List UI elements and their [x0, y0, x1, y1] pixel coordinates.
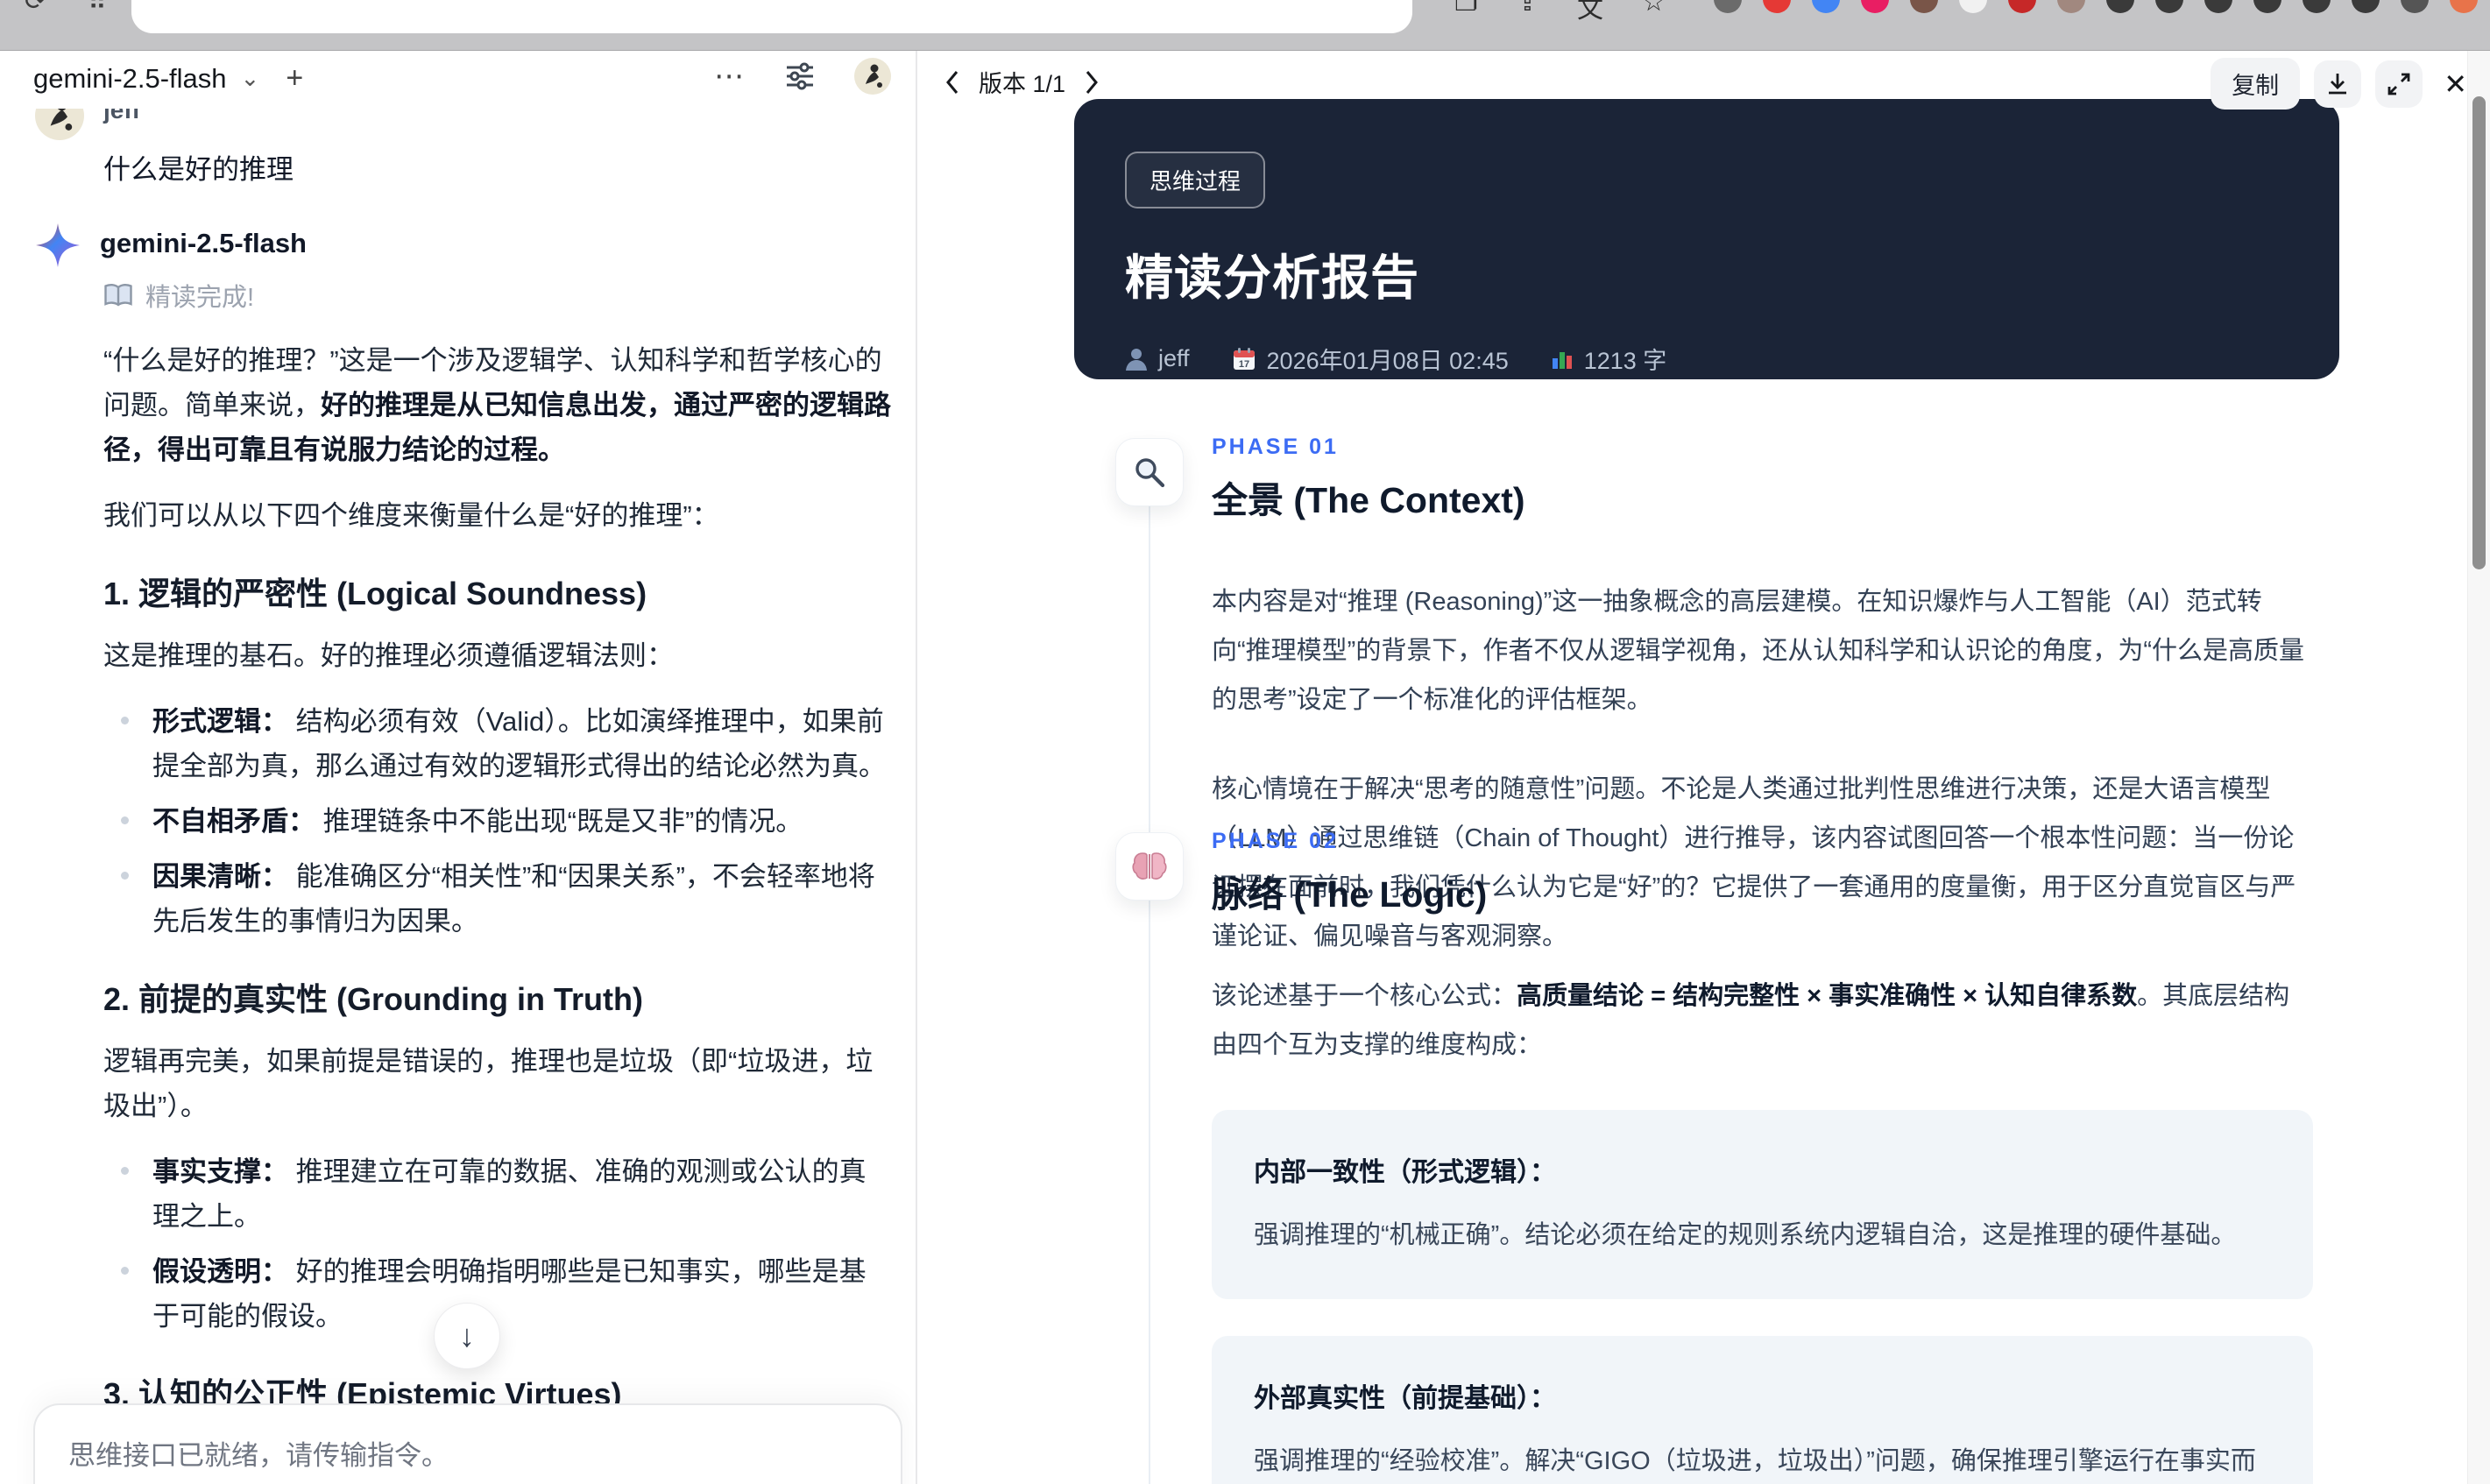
chat-panel: gemini-2.5-flash ⌄ + ⋯ jeff 什么是好的推理 gemi…: [0, 51, 917, 1484]
chat-header: gemini-2.5-flash ⌄ + ⋯: [0, 51, 916, 109]
download-button[interactable]: [2314, 60, 2362, 108]
report-title: 精读分析报告: [1125, 251, 1420, 305]
address-bar[interactable]: [131, 0, 1412, 33]
list-item: 因果清晰： 能准确区分“相关性”和“因果关系”，不会轻率地将先后发生的事情归为因…: [121, 854, 891, 943]
assistant-status: 精读完成!: [103, 277, 891, 314]
version-navigator: 版本 1/1: [944, 65, 1100, 99]
section-intro-2: 逻辑再完美，如果前提是错误的，推理也是垃圾（即“垃圾进，垃圾出”）。: [103, 1046, 874, 1121]
message-text: 什么是好的推理: [103, 154, 294, 185]
scrollbar-thumb[interactable]: [2472, 96, 2486, 569]
translate-icon[interactable]: 文: [1577, 0, 1603, 25]
logic-card-1: 内部一致性（形式逻辑）： 强调推理的“机械正确”。结论必须在给定的规则系统内逻辑…: [1212, 1110, 2313, 1299]
new-chat-button[interactable]: +: [286, 61, 303, 95]
assistant-message: gemini-2.5-flash 精读完成! “什么是好的推理？”这是一个涉及逻…: [35, 223, 891, 1484]
report-panel: 版本 1/1 复制 ✕ 思维过程 精读分析报告 jeff 17 2026年01月…: [917, 51, 2490, 1484]
person-icon: [1125, 347, 1148, 371]
hero-author: jeff: [1158, 345, 1190, 371]
chevron-down-icon[interactable]: ⌄: [241, 65, 260, 92]
list-item: 不自相矛盾： 推理链条中不能出现“既是又非”的情况。: [121, 799, 891, 844]
bar-chart-icon: [1551, 348, 1574, 371]
section-intro-1: 这是推理的基石。好的推理必须遵循逻辑法则：: [103, 640, 674, 671]
prev-version-icon[interactable]: [944, 69, 961, 95]
user-avatar[interactable]: [854, 58, 891, 95]
open-book-icon: [103, 282, 133, 308]
formula-bold: 高质量结论 = 结构完整性 × 事实准确性 × 认知自律系数: [1517, 982, 2138, 1010]
assistant-body: “什么是好的推理？”这是一个涉及逻辑学、认知科学和哲学核心的问题。简单来说，好的…: [103, 338, 891, 1484]
version-label: 版本 1/1: [979, 71, 1066, 97]
magnifier-icon: [1115, 438, 1184, 506]
list-item: 事实支撑： 推理建立在可靠的数据、准确的观测或公认的真理之上。: [121, 1149, 891, 1239]
composer[interactable]: 思维接口已就绪，请传输指令。 +: [33, 1403, 902, 1484]
share-icon[interactable]: ⇪: [1517, 0, 1539, 25]
bookmark-star-icon[interactable]: ☆: [1642, 0, 1666, 25]
model-name[interactable]: gemini-2.5-flash: [33, 63, 227, 95]
card-body: 强调推理的“经验校准”。解决“GIGO（垃圾进，垃圾出）”问题，确保推理引擎运行…: [1254, 1447, 2256, 1475]
app-window: ⟳ ⠿ ❐ ⇪ 文 ☆ gemini-2.5-flash ⌄ + ⋯ jeff …: [0, 0, 2490, 1484]
report-content: 思维过程 精读分析报告 jeff 17 2026年01月08日 02:45 12…: [917, 51, 2467, 1484]
list-item: 形式逻辑： 结构必须有效（Valid）。比如演绎推理中，如果前提全部为真，那么通…: [121, 699, 891, 788]
bullet-list-2: 事实支撑： 推理建立在可靠的数据、准确的观测或公认的真理之上。 假设透明： 好的…: [103, 1149, 891, 1339]
reading-list-icon[interactable]: ❐: [1454, 0, 1478, 25]
phase-title: 脉络 (The Logic): [1212, 874, 1488, 915]
main-area: gemini-2.5-flash ⌄ + ⋯ jeff 什么是好的推理 gemi…: [0, 51, 2490, 1484]
phase-title: 全景 (The Context): [1212, 480, 1525, 520]
svg-text:17: 17: [1238, 359, 1249, 370]
section-heading-2: 2. 前提的真实性 (Grounding in Truth): [103, 981, 643, 1017]
section-heading-1: 1. 逻辑的严密性 (Logical Soundness): [103, 576, 647, 611]
report-hero-card: 思维过程 精读分析报告 jeff 17 2026年01月08日 02:45 12…: [1074, 99, 2339, 379]
extension-icons[interactable]: [1714, 0, 2478, 13]
answer-lead: 我们可以从以下四个维度来衡量什么是“好的推理”：: [103, 500, 719, 531]
status-text: 精读完成!: [145, 284, 255, 312]
phase-section-2: PHASE 02 脉络 (The Logic) 该论述基于一个核心公式：高质量结…: [1115, 829, 2313, 1484]
model-selector[interactable]: gemini-2.5-flash ⌄ +: [33, 61, 303, 95]
reload-icon[interactable]: ⟳: [25, 0, 51, 16]
down-arrow-icon: ↓: [459, 1318, 475, 1353]
card-title: 外部真实性（前提基础）：: [1254, 1384, 1556, 1413]
close-icon[interactable]: ✕: [2444, 67, 2467, 101]
brain-icon: [1115, 832, 1184, 901]
gemini-star-icon: [35, 223, 81, 268]
assistant-name: gemini-2.5-flash: [100, 228, 307, 258]
scrollbar-track[interactable]: [2467, 51, 2490, 1484]
logic-card-2: 外部真实性（前提基础）： 强调推理的“经验校准”。解决“GIGO（垃圾进，垃圾出…: [1212, 1336, 2313, 1484]
more-options-icon[interactable]: ⋯: [714, 59, 746, 94]
scroll-to-bottom-button[interactable]: ↓: [434, 1303, 500, 1369]
calendar-icon: 17: [1232, 347, 1256, 371]
phase-label: PHASE 01: [1212, 435, 1339, 459]
apps-grid-icon[interactable]: ⠿: [88, 0, 114, 16]
card-body: 强调推理的“机械正确”。结论必须在给定的规则系统内逻辑自洽，这是推理的硬件基础。: [1254, 1221, 2237, 1249]
hero-word-count: 1213 字: [1583, 348, 1667, 374]
phase-label: PHASE 02: [1212, 829, 1339, 853]
tune-sliders-icon[interactable]: [782, 59, 817, 94]
browser-toolbar: ⟳ ⠿ ❐ ⇪ 文 ☆: [0, 0, 2490, 51]
fullscreen-button[interactable]: [2375, 60, 2423, 108]
hero-date: 2026年01月08日 02:45: [1266, 348, 1509, 374]
next-version-icon[interactable]: [1083, 69, 1100, 95]
phase-paragraph: 本内容是对“推理 (Reasoning)”这一抽象概念的高层建模。在知识爆炸与人…: [1212, 588, 2304, 714]
list-item: 假设透明： 好的推理会明确指明哪些是已知事实，哪些是基于可能的假设。: [121, 1249, 891, 1339]
composer-placeholder: 思维接口已就绪，请传输指令。: [68, 1440, 449, 1471]
report-header: 版本 1/1 复制 ✕: [917, 51, 2490, 112]
bullet-list-1: 形式逻辑： 结构必须有效（Valid）。比如演绎推理中，如果前提全部为真，那么通…: [103, 699, 891, 943]
browser-action-icons: ❐ ⇪ 文 ☆: [1454, 0, 1666, 25]
hero-badge: 思维过程: [1125, 152, 1266, 208]
formula-pre: 该论述基于一个核心公式：: [1212, 982, 1517, 1010]
copy-button[interactable]: 复制: [2211, 58, 2301, 110]
card-title: 内部一致性（形式逻辑）：: [1254, 1158, 1556, 1187]
